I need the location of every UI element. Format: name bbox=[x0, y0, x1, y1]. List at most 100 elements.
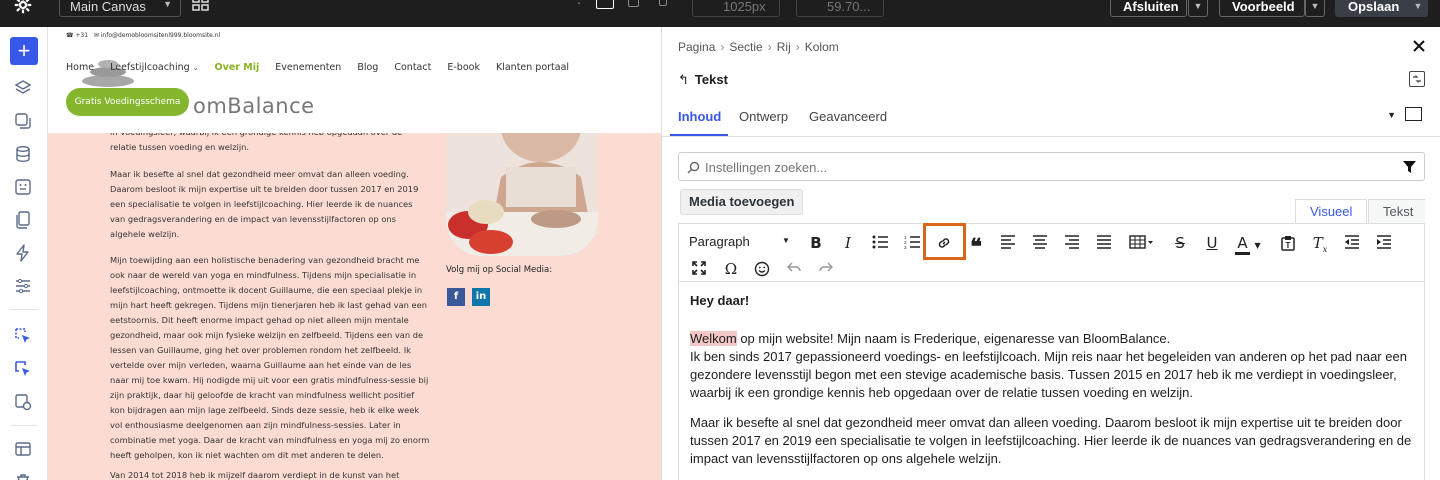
blockquote-icon[interactable]: ❝ bbox=[965, 232, 987, 259]
grid-icon[interactable] bbox=[192, 0, 209, 11]
undo-icon[interactable] bbox=[783, 258, 805, 280]
nav-item-evenementen[interactable]: Evenementen bbox=[275, 62, 341, 73]
align-justify-icon[interactable] bbox=[1093, 232, 1115, 254]
templates-icon[interactable] bbox=[14, 440, 34, 460]
left-sidebar: + bbox=[0, 27, 48, 480]
redo-icon[interactable] bbox=[815, 258, 837, 280]
editor-toolbar: Paragraph ▼ B I 123 ❝ S U A ▼ T Tx Ω bbox=[679, 223, 1424, 282]
settings-search-input[interactable]: Instellingen zoeken... bbox=[678, 152, 1425, 181]
collapse-panel-icon[interactable] bbox=[1409, 71, 1425, 87]
preview-button[interactable]: Voorbeeld bbox=[1219, 0, 1305, 17]
tablet-view-icon[interactable] bbox=[628, 0, 639, 7]
paragraph-format-label: Paragraph bbox=[689, 234, 750, 249]
phone-view-icon[interactable] bbox=[659, 0, 667, 6]
tab-inhoud[interactable]: Inhoud bbox=[678, 109, 721, 124]
responsive-square-icon[interactable] bbox=[1405, 107, 1422, 121]
layers-icon[interactable] bbox=[14, 79, 34, 99]
numbered-list-icon[interactable]: 123 bbox=[901, 232, 923, 254]
align-left-icon[interactable] bbox=[997, 232, 1019, 254]
select-cursor-alt-icon[interactable] bbox=[14, 360, 34, 380]
editor-content[interactable]: Hey daar! Welkom op mijn website! Mijn n… bbox=[690, 292, 1415, 480]
paragraph-format-select[interactable]: Paragraph ▼ bbox=[689, 234, 790, 249]
linkedin-icon[interactable]: in bbox=[472, 288, 490, 306]
close-options-dropdown[interactable]: ▼ bbox=[1188, 0, 1208, 17]
underline-icon[interactable]: U bbox=[1201, 232, 1223, 254]
drag-handle-icon[interactable]: ⋮ bbox=[573, 0, 585, 5]
settings-gear-icon[interactable] bbox=[14, 0, 34, 16]
trash-icon[interactable] bbox=[14, 473, 34, 480]
site-navigation: Home Leefstijlcoaching ⌄ Over Mij Eveneme… bbox=[66, 62, 582, 73]
website-preview-canvas[interactable]: in voedingsleer, waarbij ik een grondige… bbox=[48, 27, 661, 480]
svg-text:T: T bbox=[1286, 241, 1291, 250]
filter-icon[interactable] bbox=[1403, 161, 1416, 177]
content-paragraph-1-rest: op mijn website! Mijn naam is Frederique… bbox=[736, 331, 1171, 346]
bold-icon[interactable]: B bbox=[805, 232, 827, 254]
email-address[interactable]: info@demobloomsitenl999.bloomsite.nl bbox=[101, 32, 220, 39]
site-logo-text: omBalance bbox=[193, 94, 315, 118]
nav-item-contact[interactable]: Contact bbox=[394, 62, 431, 73]
clear-formatting-icon[interactable]: Tx bbox=[1309, 232, 1331, 254]
preview-paragraph: Van 2014 tot 2018 heb ik mijzelf daarom … bbox=[110, 470, 400, 480]
settings-sliders-icon[interactable] bbox=[14, 277, 34, 297]
zoom-field[interactable]: 59.70... bbox=[796, 0, 884, 17]
nav-item-leefstijlcoaching[interactable]: Leefstijlcoaching ⌄ bbox=[110, 62, 198, 73]
paste-as-text-icon[interactable]: T bbox=[1277, 232, 1299, 254]
preview-options-dropdown[interactable]: ▼ bbox=[1305, 0, 1325, 17]
editor-scroll-area[interactable]: Media toevoegen Visueel Tekst Paragraph … bbox=[678, 187, 1425, 480]
close-editor-button[interactable]: Afsluiten bbox=[1110, 0, 1187, 17]
panel-tabs: Inhoud Ontwerp Geavanceerd ▼ bbox=[662, 97, 1440, 137]
strikethrough-icon[interactable]: S bbox=[1169, 232, 1191, 254]
pages-icon[interactable] bbox=[14, 211, 34, 231]
preview-visibility-icon[interactable] bbox=[14, 393, 34, 413]
components-icon[interactable] bbox=[14, 178, 34, 198]
media-library-icon[interactable] bbox=[14, 112, 34, 132]
close-icon[interactable] bbox=[1412, 39, 1426, 53]
chevron-down-icon: ▼ bbox=[782, 236, 790, 245]
content-paragraph-1: Welkom op mijn website! Mijn naam is Fre… bbox=[690, 330, 1415, 402]
indent-icon[interactable] bbox=[1373, 232, 1395, 254]
fullscreen-icon[interactable] bbox=[688, 258, 710, 280]
facebook-icon[interactable]: f bbox=[447, 288, 465, 306]
back-arrow-icon[interactable]: ↰ bbox=[678, 72, 689, 87]
tab-ontwerp[interactable]: Ontwerp bbox=[739, 109, 788, 124]
svg-text:3: 3 bbox=[904, 245, 907, 249]
phone-number[interactable]: +31 bbox=[75, 32, 88, 39]
canvas-width-field[interactable]: 1025px bbox=[692, 0, 780, 17]
table-icon[interactable] bbox=[1127, 232, 1157, 254]
breadcrumb-kolom[interactable]: Kolom bbox=[805, 40, 839, 54]
breadcrumb-rij[interactable]: Rij bbox=[777, 40, 791, 54]
nav-item-over-mij[interactable]: Over Mij bbox=[215, 62, 260, 73]
caret-down-icon[interactable]: ▼ bbox=[1387, 110, 1396, 120]
italic-icon[interactable]: I bbox=[837, 232, 859, 254]
align-right-icon[interactable] bbox=[1061, 232, 1083, 254]
nav-item-blog[interactable]: Blog bbox=[357, 62, 378, 73]
add-media-button[interactable]: Media toevoegen bbox=[680, 189, 804, 215]
breadcrumb: Pagina › Sectie › Rij › Kolom bbox=[678, 40, 839, 54]
text-color-icon[interactable]: A ▼ bbox=[1231, 232, 1265, 255]
nav-item-e-book[interactable]: E-book bbox=[447, 62, 480, 73]
tab-tekst[interactable]: Tekst bbox=[1368, 199, 1425, 223]
preview-paragraph: Maar ik besefte al snel dat gezondheid m… bbox=[110, 169, 419, 239]
breadcrumb-sectie[interactable]: Sectie bbox=[729, 40, 762, 54]
bullet-list-icon[interactable] bbox=[869, 232, 891, 254]
tab-visueel[interactable]: Visueel bbox=[1295, 199, 1368, 223]
canvas-select[interactable]: Main Canvas ▼ bbox=[59, 0, 181, 17]
outdent-icon[interactable] bbox=[1341, 232, 1363, 254]
interactions-lightning-icon[interactable] bbox=[14, 244, 34, 264]
add-element-button[interactable]: + bbox=[10, 37, 38, 65]
mail-icon: ✉ bbox=[93, 32, 99, 39]
special-character-icon[interactable]: Ω bbox=[720, 258, 742, 280]
search-placeholder: Instellingen zoeken... bbox=[705, 160, 828, 175]
desktop-view-icon[interactable] bbox=[596, 0, 614, 9]
cta-button[interactable]: Gratis Voedingsschema bbox=[66, 88, 189, 116]
site-header: ☎ +31 ✉ info@demobloomsitenl999.bloomsit… bbox=[48, 27, 661, 133]
nav-item-klanten-portaal[interactable]: Klanten portaal bbox=[496, 62, 569, 73]
align-center-icon[interactable] bbox=[1029, 232, 1051, 254]
select-cursor-icon[interactable] bbox=[14, 327, 34, 347]
nav-item-home[interactable]: Home bbox=[66, 62, 94, 73]
database-icon[interactable] bbox=[14, 145, 34, 165]
save-options-dropdown[interactable]: ▼ bbox=[1408, 0, 1428, 17]
breadcrumb-pagina[interactable]: Pagina bbox=[678, 40, 715, 54]
tab-geavanceerd[interactable]: Geavanceerd bbox=[809, 109, 887, 124]
emoji-icon[interactable] bbox=[751, 258, 773, 280]
